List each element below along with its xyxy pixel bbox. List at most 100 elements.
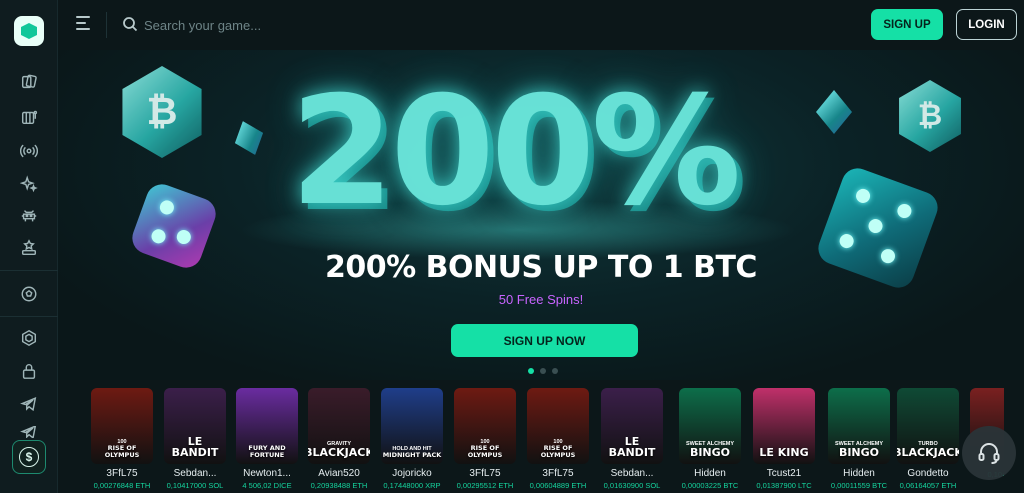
- sidebar: $: [0, 0, 58, 493]
- search-input[interactable]: [144, 12, 444, 38]
- sparkles-icon: [20, 175, 38, 193]
- game-thumbnail[interactable]: FURY AND FORTUNE: [236, 388, 298, 464]
- game-thumbnail[interactable]: LE KING: [753, 388, 815, 464]
- headset-icon: [978, 443, 1000, 464]
- app-root: $ SIGN UP LOGIN 200% ₿ ₿ 200% BONUS UP T…: [0, 0, 1024, 493]
- signup-now-button[interactable]: SIGN UP NOW: [451, 324, 638, 357]
- banner-subtitle: 50 Free Spins!: [498, 292, 584, 307]
- win-amount: 0,00276848 ETH: [93, 481, 151, 490]
- win-amount: 4 506,02 DICE: [242, 481, 292, 490]
- dollar-coin-icon: $: [19, 447, 39, 467]
- sidebar-item-arcade[interactable]: [19, 206, 39, 226]
- game-thumbnail[interactable]: HOLD AND HIT MIDNIGHT PACK: [381, 388, 443, 464]
- player-name: Hidden: [843, 468, 875, 479]
- sidebar-item-telegram-partial[interactable]: [19, 426, 39, 438]
- game-tile[interactable]: 100 RISE OF OLYMPUS 3FfL75 0,00295512 ET…: [454, 388, 516, 490]
- game-tile[interactable]: GRAVITY BLACKJACK Avian520 0,20938488 ET…: [308, 388, 370, 490]
- telegram-icon: [20, 396, 37, 412]
- sidebar-divider: [0, 270, 58, 271]
- sidebar-item-slots[interactable]: [19, 107, 39, 127]
- player-name: 3FfL75: [542, 468, 574, 479]
- game-tile[interactable]: SWEET ALCHEMY BINGO Hidden 0,00003225 BT…: [679, 388, 741, 490]
- sidebar-item-popular[interactable]: [19, 238, 39, 258]
- game-thumbnail[interactable]: 100 RISE OF OLYMPUS: [91, 388, 153, 464]
- game-tile[interactable]: SWEET ALCHEMY BINGO Hidden 0,00011559 BT…: [828, 388, 890, 490]
- banner-title: 200% BONUS UP TO 1 BTC: [325, 250, 757, 285]
- game-title: RISE OF OLYMPUS: [540, 444, 576, 459]
- bitcoin-crystal-icon: ₿: [122, 66, 202, 158]
- carousel-dot[interactable]: [528, 368, 534, 374]
- win-amount: 0,20938488 ETH: [310, 481, 368, 490]
- game-tile[interactable]: 100 RISE OF OLYMPUS 3FfL75 0,00276848 ET…: [91, 388, 153, 490]
- carousel-dot[interactable]: [552, 368, 558, 374]
- game-thumbnail[interactable]: 100 RISE OF OLYMPUS: [527, 388, 589, 464]
- game-title: MIDNIGHT PACK: [382, 450, 442, 459]
- game-thumbnail[interactable]: GRAVITY BLACKJACK: [308, 388, 370, 464]
- sidebar-divider: [0, 316, 58, 317]
- game-title: LE BANDIT: [171, 435, 219, 459]
- menu-line: [76, 28, 90, 30]
- soccer-ball-icon: [21, 286, 37, 302]
- game-tile[interactable]: LE KING Tcust21 0,01387900 LTC: [753, 388, 815, 490]
- win-amount: 0,00003225 BTC: [681, 481, 739, 490]
- game-thumbnail[interactable]: SWEET ALCHEMY BINGO: [828, 388, 890, 464]
- menu-line: [76, 16, 90, 18]
- game-tile[interactable]: HOLD AND HIT MIDNIGHT PACK Jojoricko 0,1…: [381, 388, 443, 490]
- game-title: BINGO: [838, 446, 880, 459]
- sidebar-item-live[interactable]: [19, 141, 39, 161]
- game-thumbnail[interactable]: LE BANDIT: [601, 388, 663, 464]
- search-icon: [123, 17, 138, 32]
- win-amount: 0,06164057 ETH: [899, 481, 957, 490]
- gem-icon: [816, 90, 852, 134]
- player-name: Jojoricko: [392, 468, 432, 479]
- header-divider: [106, 12, 107, 38]
- menu-line: [76, 22, 86, 24]
- sidebar-item-telegram[interactable]: [19, 394, 39, 414]
- game-title: LE KING: [759, 446, 809, 459]
- sidebar-item-featured[interactable]: [19, 174, 39, 194]
- player-name: Avian520: [318, 468, 360, 479]
- banner-bonus-graphic: 200%: [290, 65, 741, 239]
- game-tile[interactable]: 100 RISE OF OLYMPUS 3FfL75 0,00604889 ET…: [527, 388, 589, 490]
- telegram-icon: [20, 426, 37, 438]
- sidebar-item-security[interactable]: [19, 361, 39, 381]
- win-amount: 0,01387900 LTC: [756, 481, 812, 490]
- game-tile[interactable]: LE BANDIT Sebdan... 0,10417000 SOL: [164, 388, 226, 490]
- bitcoin-crystal-icon: ₿: [899, 80, 961, 152]
- game-title: BINGO: [689, 446, 731, 459]
- game-title: BLACKJACK: [308, 446, 370, 459]
- promo-banner[interactable]: 200% ₿ ₿ 200% BONUS UP TO 1 BTC 50 Free …: [58, 50, 1024, 380]
- signup-button[interactable]: SIGN UP: [871, 9, 943, 40]
- menu-toggle-button[interactable]: [76, 16, 92, 30]
- hexagon-logo-icon: [21, 23, 37, 39]
- win-amount: 0,00295512 ETH: [456, 481, 514, 490]
- game-tile[interactable]: FURY AND FORTUNE Newton1... 4 506,02 DIC…: [236, 388, 298, 490]
- carousel-dots: [528, 368, 558, 376]
- support-chat-button[interactable]: [962, 426, 1016, 480]
- site-logo[interactable]: [14, 16, 44, 46]
- game-thumbnail[interactable]: TURBO BLACKJACK: [897, 388, 959, 464]
- game-thumbnail[interactable]: 100 RISE OF OLYMPUS: [454, 388, 516, 464]
- lock-icon: [22, 364, 36, 379]
- sidebar-item-sports[interactable]: [19, 284, 39, 304]
- sidebar-item-vip[interactable]: [19, 328, 39, 348]
- login-button[interactable]: LOGIN: [956, 9, 1017, 40]
- player-name: Sebdan...: [610, 468, 654, 479]
- wallet-button[interactable]: $: [12, 440, 46, 474]
- player-name: Sebdan...: [173, 468, 217, 479]
- game-tile[interactable]: LE BANDIT Sebdan... 0,01630900 SOL: [601, 388, 663, 490]
- game-thumbnail[interactable]: SWEET ALCHEMY BINGO: [679, 388, 741, 464]
- win-amount: 0,00604889 ETH: [529, 481, 587, 490]
- game-thumbnail[interactable]: LE BANDIT: [164, 388, 226, 464]
- win-amount: 0,10417000 SOL: [166, 481, 224, 490]
- player-name: 3FfL75: [106, 468, 138, 479]
- sidebar-item-cards[interactable]: [19, 72, 39, 92]
- carousel-dot[interactable]: [540, 368, 546, 374]
- top-header: SIGN UP LOGIN: [58, 0, 1024, 50]
- slot-machine-icon: [21, 110, 38, 125]
- live-broadcast-icon: [20, 144, 38, 158]
- game-tile[interactable]: TURBO BLACKJACK Gondetto 0,06164057 ETH: [897, 388, 959, 490]
- star-stand-icon: [21, 239, 37, 256]
- recent-wins-row: 100 RISE OF OLYMPUS 3FfL75 0,00276848 ET…: [58, 384, 1024, 493]
- player-name: Newton1...: [243, 468, 291, 479]
